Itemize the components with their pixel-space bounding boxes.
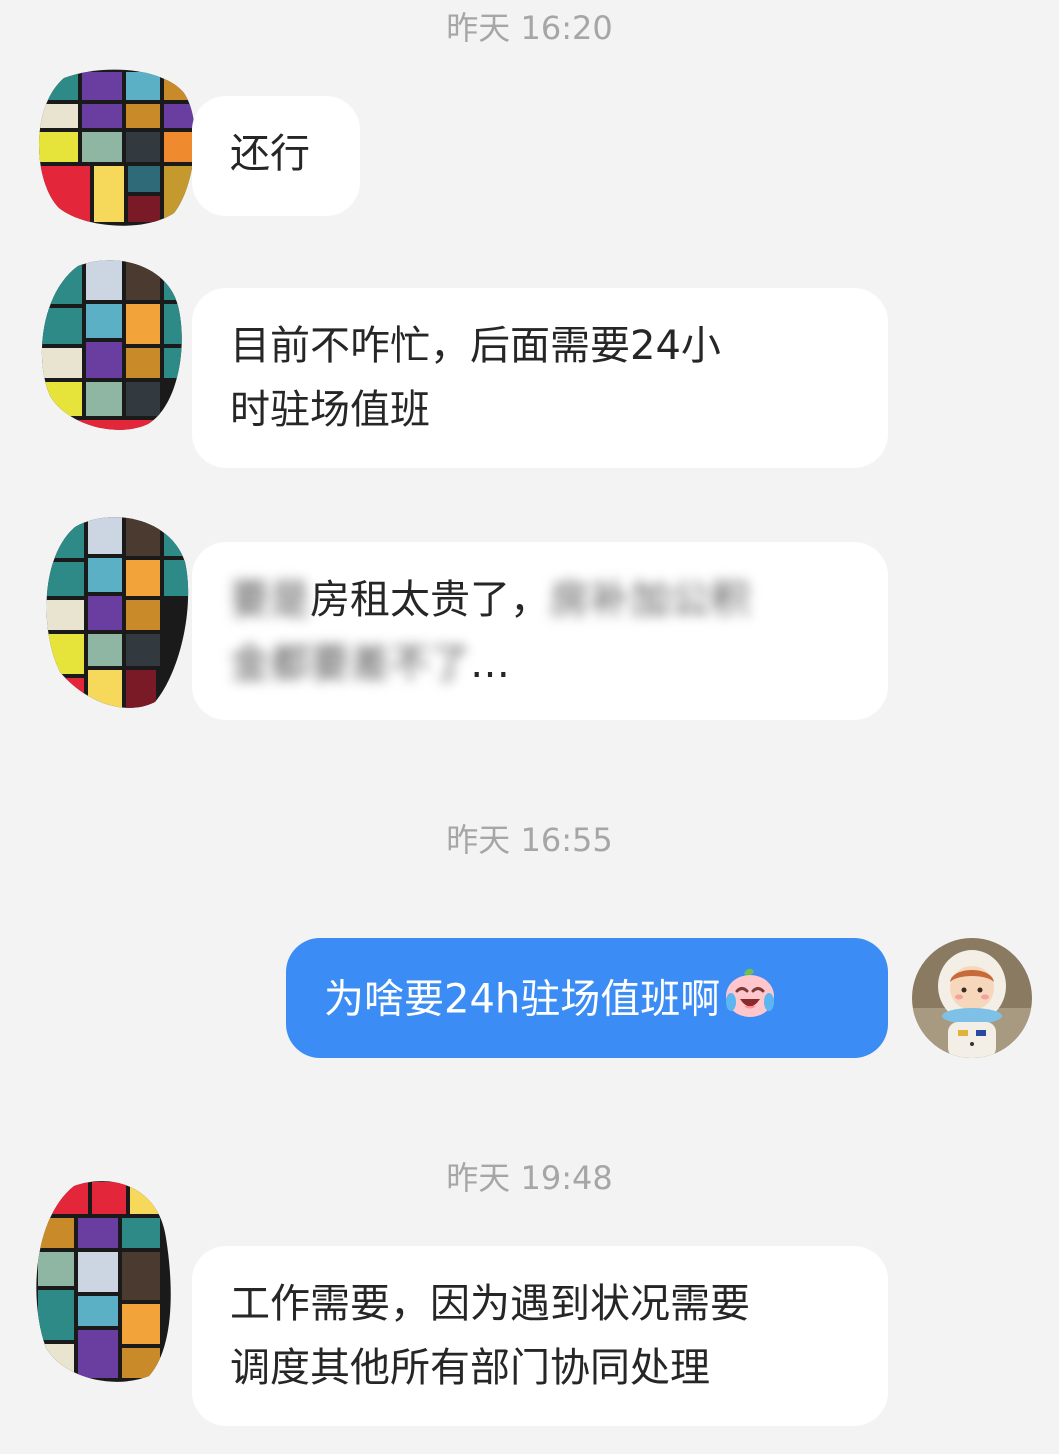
- contact-avatar[interactable]: [38, 256, 184, 432]
- incoming-message[interactable]: 要是房租太贵了，房补加公积 金都要差不了…: [192, 542, 888, 720]
- message-text: 还行: [230, 131, 310, 177]
- incoming-message[interactable]: 目前不咋忙，后面需要24小 时驻场值班: [192, 288, 888, 468]
- redacted-text: 房补加公积: [550, 577, 750, 623]
- message-text: 房租太贵了，: [310, 577, 550, 623]
- timestamp: 昨天 16:55: [446, 821, 613, 859]
- outgoing-message[interactable]: 为啥要24h驻场值班啊: [286, 938, 888, 1058]
- mosaic-avatar-icon: [41, 260, 182, 430]
- mosaic-avatar-icon: [39, 69, 195, 226]
- crying-laughing-peach-emoji-icon: [722, 964, 778, 1039]
- message-line: 时驻场值班: [230, 387, 430, 433]
- redacted-text: 要是: [230, 577, 310, 623]
- message-line: 目前不咋忙，后面需要24小: [230, 323, 721, 369]
- message-line: 要是房租太贵了，房补加公积: [230, 568, 850, 632]
- self-avatar[interactable]: [912, 938, 1032, 1058]
- message-line: 金都要差不了…: [230, 632, 850, 696]
- incoming-message[interactable]: 工作需要，因为遇到状况需要 调度其他所有部门协同处理: [192, 1246, 888, 1426]
- contact-avatar[interactable]: [34, 68, 196, 226]
- astronaut-doll-avatar-icon: [912, 938, 1032, 1058]
- timestamp: 昨天 16:20: [446, 9, 613, 47]
- message-line: 调度其他所有部门协同处理: [230, 1345, 710, 1391]
- message-text: 为啥要24h驻场值班啊: [324, 976, 721, 1023]
- incoming-message[interactable]: 还行: [192, 96, 360, 216]
- contact-avatar[interactable]: [40, 512, 190, 710]
- message-text: …: [470, 641, 510, 687]
- redacted-text: 金都要差不了: [230, 641, 470, 687]
- mosaic-avatar-icon: [36, 1181, 171, 1382]
- contact-avatar[interactable]: [34, 1178, 176, 1382]
- mosaic-avatar-icon: [46, 517, 189, 708]
- message-line: 工作需要，因为遇到状况需要: [230, 1281, 750, 1327]
